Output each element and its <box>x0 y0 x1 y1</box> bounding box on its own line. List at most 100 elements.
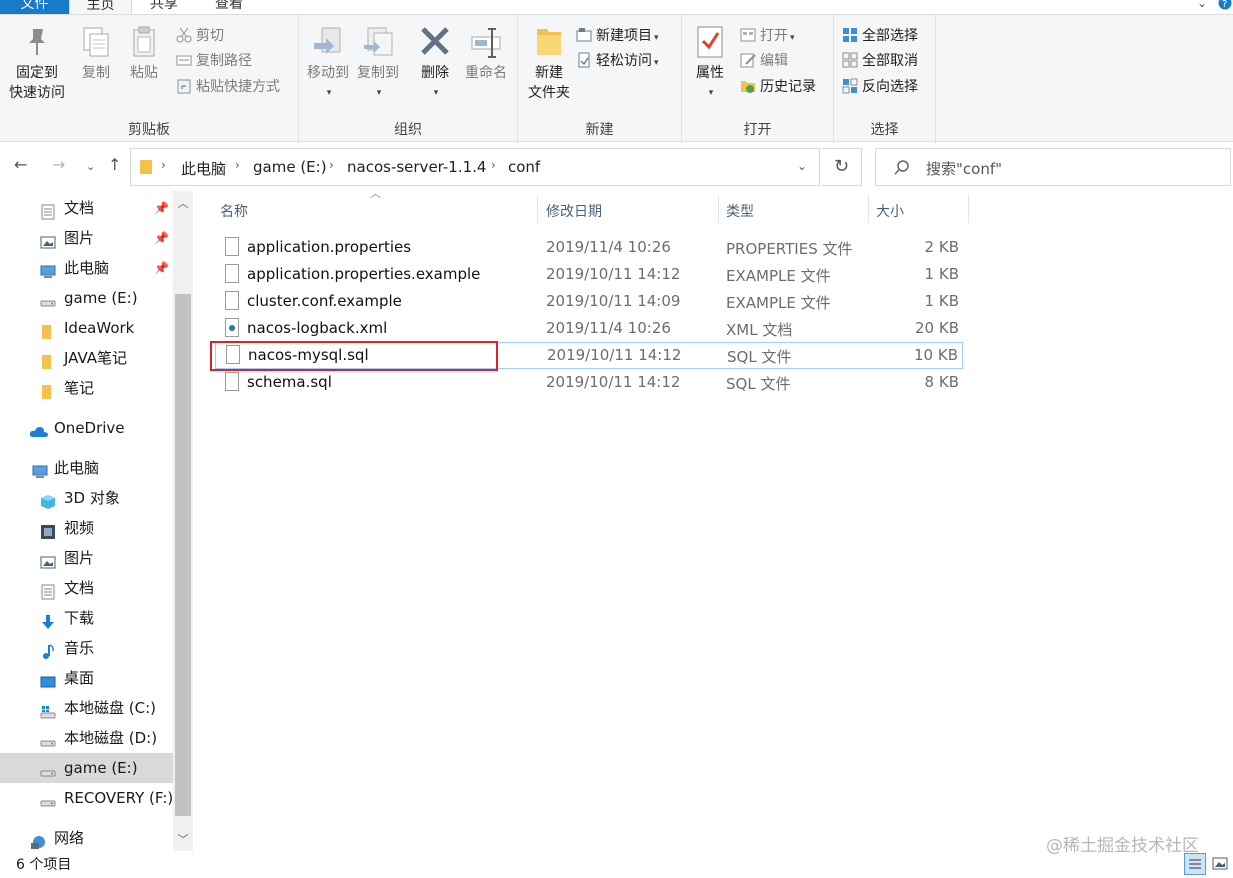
address-dropdown-icon[interactable]: ⌄ <box>797 159 807 173</box>
sidebar-item-recovery-drive[interactable]: RECOVERY (F:) <box>0 783 173 813</box>
tab-home[interactable]: 主页 <box>69 0 132 14</box>
large-icons-view-icon[interactable] <box>1210 853 1232 875</box>
sidebar-item-videos[interactable]: 视频 <box>0 513 173 543</box>
column-header-modified[interactable]: 修改日期 <box>546 201 602 221</box>
address-bar[interactable]: › 此电脑 › game (E:) › nacos-server-1.1.4 ›… <box>130 148 820 186</box>
invert-selection-button[interactable]: 反向选择 <box>842 76 918 98</box>
pictures-icon <box>40 550 56 569</box>
move-to-button[interactable]: 移动到 ▾ <box>303 25 353 103</box>
details-view-icon[interactable] <box>1184 853 1206 875</box>
file-row[interactable]: cluster.conf.example 2019/10/11 14:09 EX… <box>215 288 963 315</box>
sidebar-item-this-pc[interactable]: 此电脑 <box>0 453 173 483</box>
recent-locations-icon[interactable]: ⌄ <box>86 160 95 173</box>
select-all-icon <box>842 27 858 43</box>
file-modified: 2019/11/4 10:26 <box>546 238 671 256</box>
sidebar-item-local-disk-d[interactable]: 本地磁盘 (D:) <box>0 723 173 753</box>
forward-arrow-icon[interactable]: → <box>52 155 65 174</box>
help-icon[interactable]: ? <box>1218 0 1232 13</box>
column-header-type[interactable]: 类型 <box>726 201 754 221</box>
breadcrumb-conf[interactable]: conf <box>508 158 540 176</box>
copy-path-button[interactable]: 复制路径 <box>176 50 252 72</box>
sidebar-item-notes[interactable]: 笔记 <box>0 373 173 403</box>
breadcrumb-separator-icon[interactable]: › <box>161 158 166 172</box>
column-divider[interactable] <box>868 195 869 223</box>
search-input[interactable]: 搜索"conf" <box>926 158 1002 179</box>
sidebar-item-network[interactable]: 网络 <box>0 823 173 853</box>
new-item-button[interactable]: 新建项目 ▾ <box>576 25 659 47</box>
easy-access-button[interactable]: 轻松访问 ▾ <box>576 50 659 72</box>
organize-group-title: 组织 <box>394 122 422 138</box>
sidebar-item-label: 此电脑 <box>54 459 100 477</box>
pin-quick-access-button[interactable]: 固定到 快速访问 <box>4 25 70 103</box>
select-all-button[interactable]: 全部选择 <box>842 25 918 47</box>
new-item-label: 新建项目 <box>596 28 652 44</box>
sidebar-item-label: 下载 <box>64 609 95 627</box>
drive-icon <box>40 790 56 807</box>
sidebar-item-desktop[interactable]: 桌面 <box>0 663 173 693</box>
file-row[interactable]: application.properties 2019/11/4 10:26 P… <box>215 234 963 261</box>
sidebar-scrollbar[interactable]: ︿ ﹀ <box>173 191 193 851</box>
rename-button[interactable]: 重命名 <box>461 25 511 83</box>
column-divider[interactable] <box>968 195 969 223</box>
folder-icon <box>40 320 56 339</box>
scroll-down-icon[interactable]: ﹀ <box>173 831 193 847</box>
sidebar-scrollbar-thumb[interactable] <box>175 294 191 816</box>
properties-button[interactable]: 属性 ▾ <box>688 25 732 103</box>
sidebar-item-documents-pinned[interactable]: 文档 📌 <box>0 193 173 223</box>
breadcrumb-game-drive[interactable]: game (E:) <box>253 158 327 176</box>
select-none-button[interactable]: 全部取消 <box>842 50 918 72</box>
breadcrumb-this-pc[interactable]: 此电脑 <box>181 158 226 179</box>
column-header-name[interactable]: 名称 <box>220 201 248 221</box>
collapse-ribbon-icon[interactable]: ⌄ <box>1197 0 1207 10</box>
search-box[interactable]: 搜索"conf" <box>875 148 1231 186</box>
history-label: 历史记录 <box>760 79 816 95</box>
back-arrow-icon[interactable]: ← <box>14 155 27 174</box>
sidebar-item-music[interactable]: 音乐 <box>0 633 173 663</box>
refresh-icon[interactable]: ↻ <box>822 148 862 186</box>
tab-file[interactable]: 文件 <box>0 0 69 14</box>
clipboard-group: 固定到 快速访问 复制 粘贴 剪切 复制路径 粘贴快捷方式 剪贴板 <box>0 15 299 143</box>
sidebar-item-pictures-pinned[interactable]: 图片 📌 <box>0 223 173 253</box>
sidebar-item-java-notes[interactable]: JAVA笔记 <box>0 343 173 373</box>
breadcrumb-separator-icon[interactable]: › <box>329 158 334 172</box>
sidebar-item-local-disk-c[interactable]: 本地磁盘 (C:) <box>0 693 173 723</box>
new-folder-button[interactable]: 新建 文件夹 <box>522 25 576 103</box>
edit-button[interactable]: 编辑 <box>740 50 788 72</box>
tab-view[interactable]: 查看 <box>215 0 243 14</box>
sidebar-item-pictures[interactable]: 图片 <box>0 543 173 573</box>
column-divider[interactable] <box>537 195 538 223</box>
sidebar-item-ideawork[interactable]: IdeaWork <box>0 313 173 343</box>
breadcrumb-separator-icon[interactable]: › <box>235 158 240 172</box>
svg-text:?: ? <box>1222 0 1227 10</box>
copy-button[interactable]: 复制 <box>74 25 118 83</box>
paste-shortcut-button[interactable]: 粘贴快捷方式 <box>176 76 280 98</box>
cut-button[interactable]: 剪切 <box>176 25 224 47</box>
copy-to-label: 复制到 <box>357 65 399 81</box>
tab-share[interactable]: 共享 <box>150 0 178 14</box>
paste-button[interactable]: 粘贴 <box>122 25 166 83</box>
delete-label: 删除 <box>421 65 449 81</box>
scroll-up-icon[interactable]: ︿ <box>173 195 193 211</box>
sidebar-item-documents[interactable]: 文档 <box>0 573 173 603</box>
file-row[interactable]: application.properties.example 2019/10/1… <box>215 261 963 288</box>
file-row[interactable]: schema.sql 2019/10/11 14:12 SQL 文件 8 KB <box>215 369 963 396</box>
up-arrow-icon[interactable]: ↑ <box>108 155 121 174</box>
column-divider[interactable] <box>718 195 719 223</box>
sidebar-item-game-drive[interactable]: game (E:) <box>0 753 173 783</box>
sidebar-item-3d-objects[interactable]: 3D 对象 <box>0 483 173 513</box>
open-button[interactable]: 打开 ▾ <box>740 25 795 47</box>
file-icon <box>225 372 239 391</box>
column-header-size[interactable]: 大小 <box>876 201 904 221</box>
sidebar-item-this-pc-pinned[interactable]: 此电脑 📌 <box>0 253 173 283</box>
sidebar-item-onedrive[interactable]: OneDrive <box>0 413 173 443</box>
file-row[interactable]: nacos-logback.xml 2019/11/4 10:26 XML 文档… <box>215 315 963 342</box>
breadcrumb-nacos-server[interactable]: nacos-server-1.1.4 <box>347 158 486 176</box>
delete-button[interactable]: 删除 ▾ <box>413 25 457 103</box>
sidebar-item-downloads[interactable]: 下载 <box>0 603 173 633</box>
history-button[interactable]: 历史记录 <box>740 76 816 98</box>
edit-label: 编辑 <box>760 53 788 69</box>
folder-icon <box>139 159 153 179</box>
copy-to-button[interactable]: 复制到 ▾ <box>353 25 403 103</box>
breadcrumb-separator-icon[interactable]: › <box>491 158 496 172</box>
sidebar-item-game-drive-quick[interactable]: game (E:) <box>0 283 173 313</box>
